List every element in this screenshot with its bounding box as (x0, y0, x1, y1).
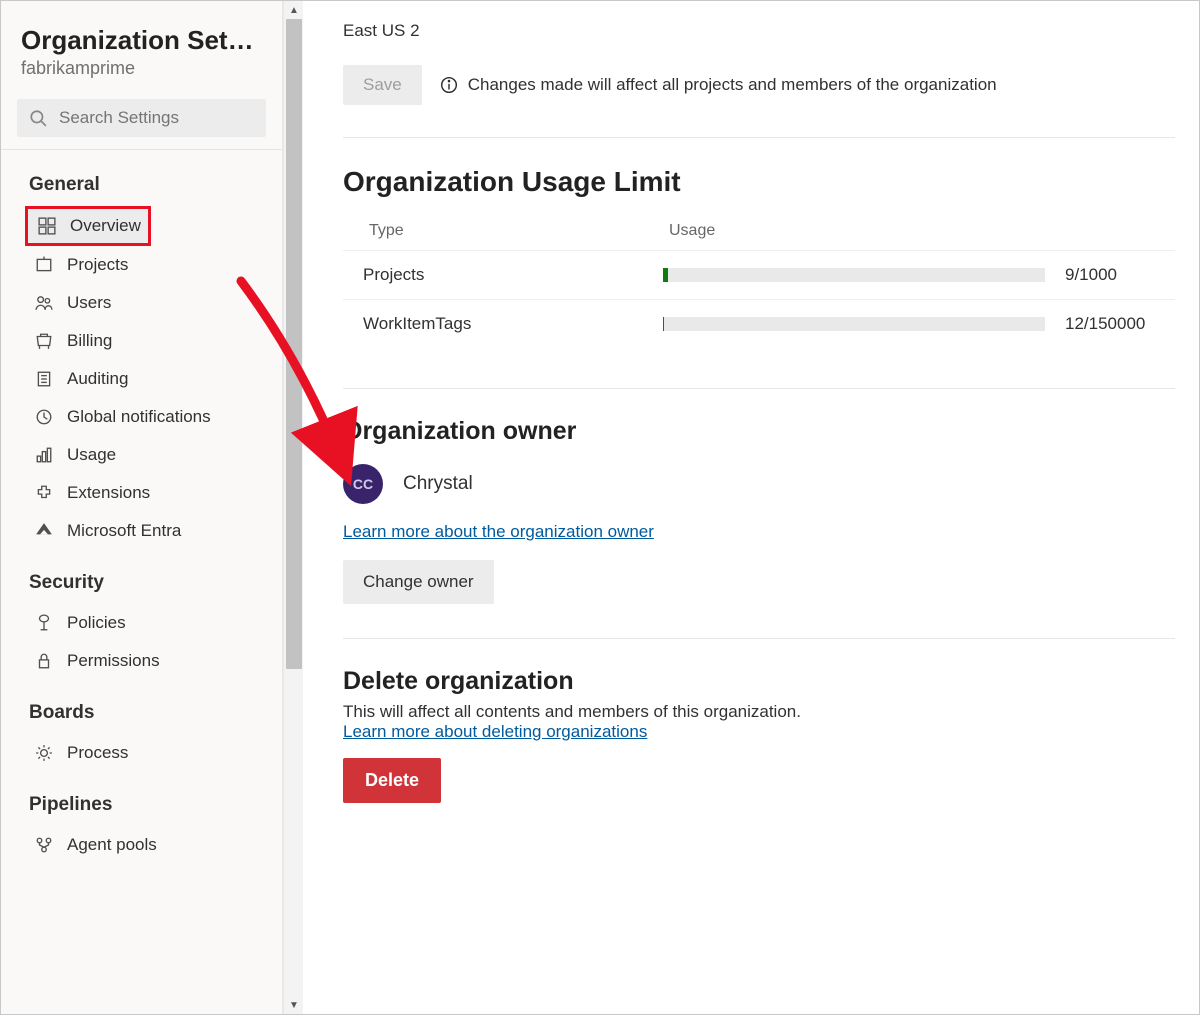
usage-row-projects: Projects 9/1000 (343, 250, 1175, 299)
sidebar-group-general: General Overview Projects Users (1, 158, 282, 556)
sidebar-item-auditing[interactable]: Auditing (1, 360, 282, 398)
owner-row: CC Chrystal (343, 464, 1175, 504)
sidebar-item-label: Projects (67, 255, 128, 275)
sidebar-item-label: Extensions (67, 483, 150, 503)
scroll-up-icon[interactable]: ▲ (284, 1, 304, 19)
group-title-boards: Boards (1, 694, 282, 734)
extensions-icon (35, 484, 53, 502)
scroll-down-icon[interactable]: ▼ (284, 996, 304, 1014)
permissions-icon (35, 652, 53, 670)
usage-row-workitemtags: WorkItemTags 12/150000 (343, 299, 1175, 348)
sidebar-item-label: Billing (67, 331, 112, 351)
avatar: CC (343, 464, 383, 504)
projects-icon (35, 256, 53, 274)
sidebar: Organization Settin... fabrikamprime Gen… (1, 1, 283, 1014)
usage-value: 12/150000 (1065, 314, 1175, 334)
process-icon (35, 744, 53, 762)
divider (343, 137, 1175, 138)
org-owner-heading: Organization owner (343, 417, 1175, 446)
sidebar-item-agent-pools[interactable]: Agent pools (1, 826, 282, 864)
sidebar-item-policies[interactable]: Policies (1, 604, 282, 642)
sidebar-item-microsoft-entra[interactable]: Microsoft Entra (1, 512, 282, 550)
notification-icon (35, 408, 53, 426)
sidebar-item-global-notifications[interactable]: Global notifications (1, 398, 282, 436)
usage-col-usage: Usage (669, 222, 1175, 240)
search-icon (29, 109, 47, 127)
divider (343, 638, 1175, 639)
search-input[interactable] (57, 107, 254, 129)
sidebar-group-security: Security Policies Permissions (1, 556, 282, 686)
sidebar-item-extensions[interactable]: Extensions (1, 474, 282, 512)
change-owner-button[interactable]: Change owner (343, 560, 494, 604)
page-title: Organization Settin... (21, 25, 262, 56)
main-content: East US 2 Save Changes made will affect … (303, 1, 1199, 1014)
sidebar-item-permissions[interactable]: Permissions (1, 642, 282, 680)
users-icon (35, 294, 53, 312)
policies-icon (35, 614, 53, 632)
delete-org-heading: Delete organization (343, 667, 1175, 696)
divider (343, 388, 1175, 389)
sidebar-scrollbar[interactable]: ▲ ▼ (283, 1, 303, 1014)
sidebar-item-usage[interactable]: Usage (1, 436, 282, 474)
usage-icon (35, 446, 53, 464)
owner-name: Chrystal (403, 473, 473, 495)
sidebar-item-overview[interactable]: Overview (28, 209, 148, 243)
sidebar-item-label: Overview (70, 216, 141, 236)
sidebar-item-label: Auditing (67, 369, 128, 389)
sidebar-item-label: Microsoft Entra (67, 521, 181, 541)
sidebar-item-label: Usage (67, 445, 116, 465)
entra-icon (35, 522, 53, 540)
group-title-general: General (1, 166, 282, 206)
usage-col-type: Type (369, 222, 669, 240)
save-note-text: Changes made will affect all projects an… (468, 75, 997, 95)
org-name: fabrikamprime (21, 58, 262, 79)
learn-more-owner-link[interactable]: Learn more about the organization owner (343, 522, 654, 542)
usage-limit-heading: Organization Usage Limit (343, 166, 1175, 198)
scroll-thumb[interactable] (286, 19, 302, 669)
sidebar-item-process[interactable]: Process (1, 734, 282, 772)
usage-type: WorkItemTags (363, 314, 663, 334)
group-title-security: Security (1, 564, 282, 604)
usage-bar-fill (663, 268, 668, 282)
learn-more-delete-link[interactable]: Learn more about deleting organizations (343, 722, 647, 742)
highlight-overview: Overview (25, 206, 151, 246)
divider (1, 149, 282, 150)
sidebar-group-pipelines: Pipelines Agent pools (1, 778, 282, 870)
usage-type: Projects (363, 265, 663, 285)
usage-table-header: Type Usage (343, 216, 1175, 250)
delete-button[interactable]: Delete (343, 758, 441, 803)
group-title-pipelines: Pipelines (1, 786, 282, 826)
overview-icon (38, 217, 56, 235)
sidebar-item-users[interactable]: Users (1, 284, 282, 322)
region-value: East US 2 (343, 21, 1175, 41)
sidebar-item-label: Policies (67, 613, 126, 633)
usage-value: 9/1000 (1065, 265, 1175, 285)
usage-bar (663, 268, 1045, 282)
sidebar-item-projects[interactable]: Projects (1, 246, 282, 284)
save-button[interactable]: Save (343, 65, 422, 105)
save-note: Changes made will affect all projects an… (440, 75, 997, 95)
search-settings[interactable] (17, 99, 266, 137)
sidebar-item-label: Global notifications (67, 407, 211, 427)
sidebar-header: Organization Settin... fabrikamprime (1, 9, 282, 89)
auditing-icon (35, 370, 53, 388)
agent-pools-icon (35, 836, 53, 854)
sidebar-item-billing[interactable]: Billing (1, 322, 282, 360)
usage-bar-fill (663, 317, 664, 331)
sidebar-item-label: Process (67, 743, 128, 763)
sidebar-group-boards: Boards Process (1, 686, 282, 778)
sidebar-item-label: Users (67, 293, 111, 313)
billing-icon (35, 332, 53, 350)
info-icon (440, 76, 458, 94)
usage-bar (663, 317, 1045, 331)
sidebar-item-label: Permissions (67, 651, 160, 671)
sidebar-item-label: Agent pools (67, 835, 157, 855)
delete-description: This will affect all contents and member… (343, 702, 1175, 722)
